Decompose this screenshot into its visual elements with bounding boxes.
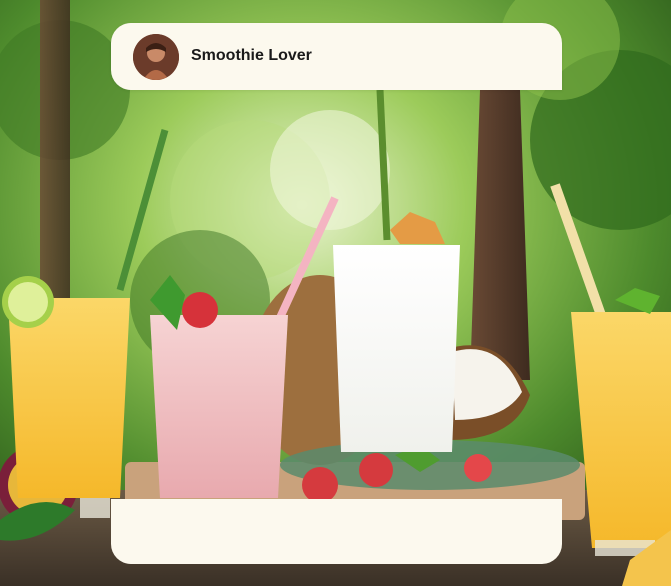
user-avatar[interactable] [133, 34, 179, 80]
post-header-card: Smoothie Lover [111, 23, 562, 90]
author-name[interactable]: Smoothie Lover [191, 47, 312, 65]
post-caption-card [111, 499, 562, 564]
avatar-photo-icon [133, 34, 179, 80]
